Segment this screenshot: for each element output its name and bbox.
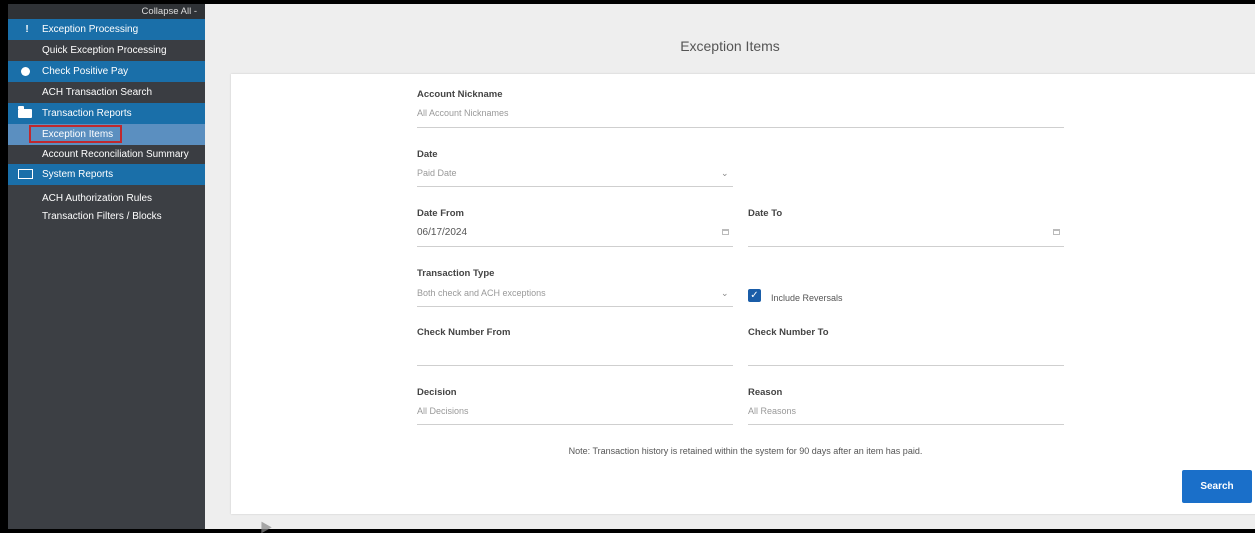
- underline: [748, 365, 1064, 366]
- include-reversals-label: Include Reversals: [771, 293, 843, 303]
- folder-icon: [18, 106, 32, 118]
- underline: [417, 424, 733, 425]
- sidebar-item-ach-auth[interactable]: ACH Authorization Rules: [8, 188, 205, 209]
- transaction-type-label: Transaction Type: [417, 268, 495, 279]
- chevron-down-icon[interactable]: ⌄: [721, 168, 729, 179]
- sidebar-section-check-positive-pay[interactable]: Check Positive Pay: [8, 61, 205, 82]
- underline: [748, 424, 1064, 425]
- section-label: System Reports: [42, 169, 114, 180]
- section-label: Exception Processing: [42, 24, 139, 35]
- sidebar-section-exception-processing[interactable]: ! Exception Processing: [8, 19, 205, 40]
- mouse-cursor-icon: [256, 518, 272, 533]
- search-button[interactable]: Search: [1182, 470, 1252, 503]
- account-nickname-label: Account Nickname: [417, 89, 503, 100]
- underline: [417, 365, 733, 366]
- underline: [417, 127, 1064, 128]
- transaction-type-select[interactable]: Both check and ACH exceptions: [417, 288, 546, 298]
- underline: [417, 246, 733, 247]
- sidebar-section-system-reports[interactable]: System Reports: [8, 164, 205, 185]
- sidebar-item-quick-exception[interactable]: Quick Exception Processing: [8, 40, 205, 61]
- check-to-label: Check Number To: [748, 327, 829, 338]
- circle-icon: [21, 67, 30, 76]
- page-title: Exception Items: [680, 38, 780, 54]
- underline: [417, 306, 733, 307]
- system-icon: [18, 169, 33, 179]
- section-label: Transaction Reports: [42, 108, 132, 119]
- account-nickname-input[interactable]: All Account Nicknames: [417, 108, 509, 118]
- sidebar-item-exception-items[interactable]: Exception Items: [8, 124, 205, 145]
- app-frame: Collapse All - ! Exception Processing Qu…: [8, 4, 1255, 533]
- date-label: Date: [417, 149, 438, 160]
- date-from-input[interactable]: 06/17/2024: [417, 227, 467, 238]
- date-to-label: Date To: [748, 208, 783, 219]
- sidebar: Collapse All - ! Exception Processing Qu…: [8, 4, 205, 529]
- section-label: Check Positive Pay: [42, 66, 129, 77]
- exclamation-icon: !: [25, 24, 29, 35]
- decision-select[interactable]: All Decisions: [417, 406, 469, 416]
- sidebar-section-transaction-reports[interactable]: Transaction Reports: [8, 103, 205, 124]
- retention-note: Note: Transaction history is retained wi…: [568, 446, 923, 456]
- calendar-icon[interactable]: [722, 229, 729, 235]
- exception-items-form: Account Nickname All Account Nicknames D…: [231, 74, 1255, 514]
- underline: [417, 186, 733, 187]
- sidebar-item-account-recon[interactable]: Account Reconciliation Summary: [8, 145, 205, 164]
- reason-label: Reason: [748, 387, 783, 398]
- check-from-label: Check Number From: [417, 327, 511, 338]
- collapse-all-link[interactable]: Collapse All -: [8, 4, 205, 19]
- decision-label: Decision: [417, 387, 457, 398]
- date-from-label: Date From: [417, 208, 464, 219]
- sidebar-item-ach-search[interactable]: ACH Transaction Search: [8, 82, 205, 103]
- chevron-down-icon[interactable]: ⌄: [721, 288, 729, 299]
- underline: [748, 246, 1064, 247]
- highlight-box: [29, 125, 122, 143]
- include-reversals-checkbox[interactable]: ✓: [748, 289, 761, 302]
- date-select[interactable]: Paid Date: [417, 168, 457, 178]
- sidebar-item-txn-filters[interactable]: Transaction Filters / Blocks: [8, 209, 205, 225]
- calendar-icon[interactable]: [1053, 229, 1060, 235]
- reason-select[interactable]: All Reasons: [748, 406, 796, 416]
